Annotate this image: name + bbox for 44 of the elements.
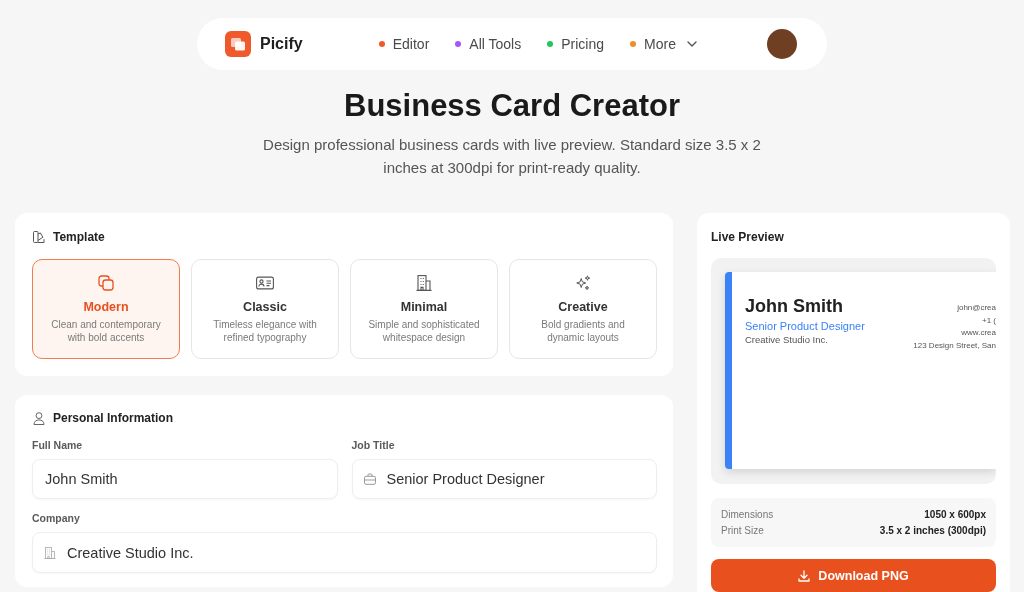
- field-label: Job Title: [351, 439, 395, 452]
- nav-link[interactable]: All Tools: [455, 36, 522, 52]
- card-contact-line: john@crea: [957, 302, 996, 314]
- field-label: Full Name: [32, 439, 83, 452]
- spec-value: 3.5 x 2 inches (300dpi): [879, 523, 986, 538]
- page-title: Business Card Creator: [344, 88, 680, 124]
- panel-title: Personal Information: [53, 411, 174, 425]
- chevron-down-icon: [686, 41, 697, 47]
- swatch-icon: [33, 231, 45, 243]
- template-option[interactable]: Minimal Simple and sophisticated whitespace design: [350, 259, 498, 359]
- template-option[interactable]: Modern Clean and contemporary with bold accents: [32, 259, 180, 359]
- template-option[interactable]: Classic Timeless elegance with refined typography: [191, 259, 339, 359]
- nav-link[interactable]: Editor: [378, 36, 430, 52]
- id-card-icon: [256, 275, 274, 291]
- spec-label: Print Size: [721, 523, 764, 538]
- field-label: Company: [32, 512, 80, 525]
- input-field[interactable]: Senior Product Designer: [351, 459, 657, 499]
- brand-name: Picify: [260, 35, 303, 53]
- spec-label: Dimensions: [721, 507, 774, 522]
- nav-link[interactable]: Pricing: [547, 36, 604, 52]
- user-icon: [33, 411, 45, 425]
- template-option[interactable]: Creative Bold gradients and dynamic layouts: [509, 259, 657, 359]
- sparkles-icon: [574, 275, 592, 291]
- avatar[interactable]: [767, 29, 797, 59]
- nav-link[interactable]: More: [630, 36, 697, 52]
- overlapping-squares-icon: [98, 274, 114, 291]
- building-icon: [416, 275, 432, 291]
- download-icon: [798, 569, 811, 582]
- download-button[interactable]: Download PNG: [711, 559, 996, 592]
- briefcase-icon: [363, 473, 376, 485]
- building-icon: [44, 546, 56, 559]
- card-name: John Smith: [745, 296, 843, 317]
- card-contact-line: www.crea: [961, 327, 996, 339]
- card-contact-line: 123 Design Street, San: [913, 339, 996, 352]
- card-job-title: Senior Product Designer: [745, 319, 865, 333]
- input-field[interactable]: John Smith: [32, 459, 338, 499]
- spec-value: 1050 x 600px: [924, 507, 986, 522]
- panel-title: Live Preview: [711, 230, 784, 244]
- card-contact-line: +1 (: [982, 314, 996, 327]
- page-subtitle: Design professional business cards with live preview. Standard size 3.5 x 2 inches at 300dpi for print-ready quality.: [262, 135, 762, 178]
- panel-title: Template: [53, 230, 105, 244]
- card-company: Creative Studio Inc.: [745, 333, 828, 347]
- input-field[interactable]: Creative Studio Inc.: [32, 532, 657, 573]
- logo-icon: [225, 31, 251, 57]
